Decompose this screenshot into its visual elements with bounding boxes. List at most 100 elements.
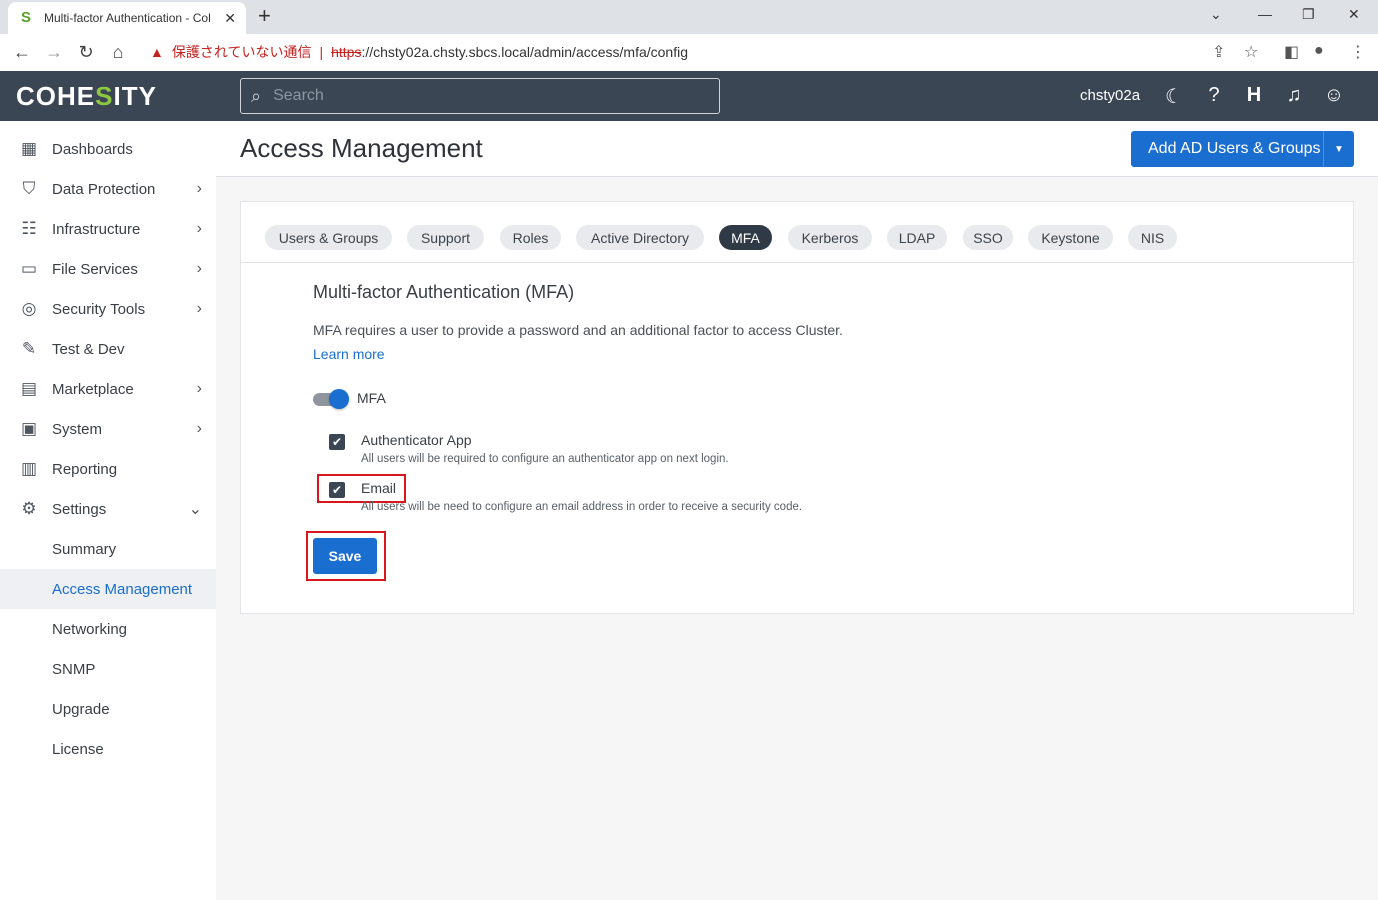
sidebar-item-label: Dashboards	[52, 140, 133, 158]
sidebar-item-system[interactable]: ▣ System ›	[0, 409, 216, 449]
browser-menu-icon[interactable]: ⋮	[1350, 42, 1366, 62]
browser-tab-title: Multi-factor Authentication - Col	[44, 11, 211, 25]
fingerprint-icon: ◎	[21, 299, 37, 318]
tab-nis[interactable]: NIS	[1128, 225, 1177, 250]
sidebar-subitem-networking[interactable]: Networking	[0, 609, 216, 649]
restore-window-icon[interactable]: ❐	[1302, 6, 1315, 23]
address-bar[interactable]: ▲ 保護されていない通信 | https ://chsty02a.chsty.s…	[142, 38, 1270, 66]
sidebar-item-file-services[interactable]: ▭ File Services ›	[0, 249, 216, 289]
sidebar-nav: ▦ Dashboards ⛉ Data Protection › ☷ Infra…	[0, 121, 216, 900]
tab-keystone[interactable]: Keystone	[1028, 225, 1113, 250]
cohesity-logo[interactable]: COHESITY	[16, 81, 157, 112]
sidebar-subitem-upgrade[interactable]: Upgrade	[0, 689, 216, 729]
search-box[interactable]: ⌕	[240, 78, 720, 114]
browser-tab[interactable]: S Multi-factor Authentication - Col ✕	[8, 2, 246, 34]
back-icon[interactable]: ←	[12, 42, 32, 62]
mfa-description: MFA requires a user to provide a passwor…	[313, 322, 843, 338]
tab-ldap[interactable]: LDAP	[887, 225, 947, 250]
browser-toolbar: ← → ↻ ⌂ ▲ 保護されていない通信 | https ://chsty02a…	[0, 34, 1378, 71]
wrench-icon: ✎	[21, 339, 37, 358]
sidebar-item-label: Test & Dev	[52, 340, 125, 358]
sidebar-item-test-dev[interactable]: ✎ Test & Dev	[0, 329, 216, 369]
dashboard-icon: ▦	[20, 139, 38, 158]
sidebar-item-label: Reporting	[52, 460, 118, 478]
tab-kerberos[interactable]: Kerberos	[788, 225, 872, 250]
browser-tabstrip: S Multi-factor Authentication - Col ✕ + …	[0, 0, 1378, 34]
email-hint: All users will be need to configure an e…	[361, 501, 803, 513]
sidebar-item-label: Settings	[52, 500, 107, 518]
sidebar-subitem-snmp[interactable]: SNMP	[0, 649, 216, 689]
profile-icon[interactable]: ●	[1314, 42, 1324, 60]
home-icon[interactable]: ⌂	[108, 42, 128, 62]
sidebar-item-infrastructure[interactable]: ☷ Infrastructure ›	[0, 209, 216, 249]
email-checkbox[interactable]: ✔	[329, 482, 345, 498]
helios-icon[interactable]: H	[1242, 84, 1266, 107]
infrastructure-icon: ☷	[21, 219, 37, 238]
reporting-icon: ▥	[20, 459, 38, 478]
chevron-right-icon: ›	[196, 180, 202, 197]
tab-users-groups[interactable]: Users & Groups	[265, 225, 392, 250]
tab-roles[interactable]: Roles	[500, 225, 561, 250]
close-window-icon[interactable]: ✕	[1348, 6, 1360, 23]
page-title: Access Management	[240, 133, 483, 163]
sidebar-item-data-protection[interactable]: ⛉ Data Protection ›	[0, 169, 216, 209]
help-icon[interactable]: ?	[1202, 84, 1226, 107]
cohesity-favicon-icon: S	[20, 9, 31, 26]
save-button[interactable]: Save	[313, 538, 377, 574]
tab-support[interactable]: Support	[407, 225, 484, 250]
search-input[interactable]	[273, 87, 674, 105]
address-separator: |	[319, 44, 324, 60]
sidebar-item-label: File Services	[52, 260, 138, 278]
notifications-bell-icon[interactable]: ♫	[1282, 84, 1306, 107]
forward-icon[interactable]: →	[44, 42, 64, 62]
sidebar-item-settings[interactable]: ⚙ Settings ⌄	[0, 489, 216, 529]
gear-icon: ⚙	[21, 499, 37, 518]
reload-icon[interactable]: ↻	[76, 42, 96, 62]
sidebar-item-marketplace[interactable]: ▤ Marketplace ›	[0, 369, 216, 409]
user-account-icon[interactable]: ☺	[1322, 84, 1346, 107]
email-label: Email	[361, 480, 397, 496]
warning-icon: ▲	[150, 44, 164, 60]
sidebar-item-security-tools[interactable]: ◎ Security Tools ›	[0, 289, 216, 329]
chevron-down-icon: ⌄	[188, 501, 202, 518]
close-tab-icon[interactable]: ✕	[224, 10, 236, 27]
search-icon: ⌕	[251, 85, 262, 106]
access-tabs: Users & Groups Support Roles Active Dire…	[241, 202, 1353, 263]
sidebar-subitem-access-management[interactable]: Access Management	[0, 569, 216, 609]
sidebar-item-label: Data Protection	[52, 180, 156, 198]
authenticator-app-hint: All users will be required to configure …	[361, 453, 729, 465]
share-icon[interactable]: ⇪	[1212, 42, 1225, 62]
page-header: Access Management Add AD Users & Groups …	[216, 121, 1378, 177]
sidebar-item-label: System	[52, 420, 103, 438]
tab-mfa[interactable]: MFA	[719, 225, 772, 250]
sidebar-item-reporting[interactable]: ▥ Reporting	[0, 449, 216, 489]
chevron-right-icon: ›	[196, 220, 202, 237]
folder-icon: ▭	[20, 259, 38, 278]
url-text: ://chsty02a.chsty.sbcs.local/admin/acces…	[361, 44, 688, 60]
add-ad-users-groups-label: Add AD Users & Groups	[1148, 140, 1321, 157]
sidebar-item-dashboards[interactable]: ▦ Dashboards	[0, 129, 216, 169]
authenticator-app-checkbox[interactable]: ✔	[329, 434, 345, 450]
authenticator-app-label: Authenticator App	[361, 432, 472, 448]
caret-down-icon[interactable]: ▼	[1324, 144, 1354, 155]
tab-active-directory[interactable]: Active Directory	[576, 225, 704, 250]
bookmark-star-icon[interactable]: ☆	[1244, 42, 1258, 62]
tab-sso[interactable]: SSO	[963, 225, 1013, 250]
chevron-right-icon: ›	[196, 260, 202, 277]
learn-more-link[interactable]: Learn more	[313, 346, 385, 362]
mfa-toggle[interactable]	[313, 389, 349, 409]
sidebar-subitem-summary[interactable]: Summary	[0, 529, 216, 569]
sidebar-subitem-license[interactable]: License	[0, 729, 216, 769]
chevron-right-icon: ›	[196, 420, 202, 437]
toggle-knob	[329, 389, 349, 409]
tab-search-icon[interactable]: ⌄	[1210, 6, 1222, 23]
chevron-right-icon: ›	[196, 380, 202, 397]
sidebar-item-label: Marketplace	[52, 380, 134, 398]
cluster-name[interactable]: chsty02a	[1080, 87, 1140, 104]
side-panel-icon[interactable]: ◧	[1284, 42, 1299, 62]
minimize-window-icon[interactable]: —	[1258, 6, 1272, 22]
new-tab-button[interactable]: +	[258, 5, 271, 27]
dark-mode-moon-icon[interactable]: ☾	[1162, 84, 1186, 109]
chevron-right-icon: ›	[196, 300, 202, 317]
add-ad-users-groups-button[interactable]: Add AD Users & Groups ▼	[1131, 131, 1354, 167]
